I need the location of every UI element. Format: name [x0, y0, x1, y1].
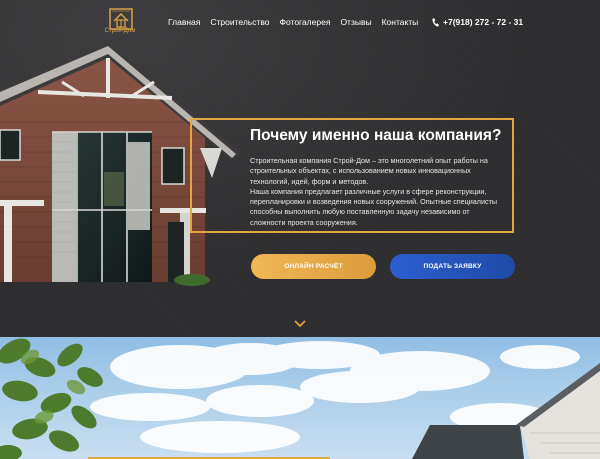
main-nav: Главная Строительство Фотогалерея Отзывы… — [168, 17, 418, 27]
nav-item-home[interactable]: Главная — [168, 17, 200, 27]
logo-label: Строй-Дом — [104, 28, 136, 34]
nav-item-reviews[interactable]: Отзывы — [340, 17, 371, 27]
hero-paragraph: Наша компания предлагает различные услуг… — [250, 186, 498, 227]
chevron-down-icon[interactable] — [294, 320, 306, 328]
site-header: Строй-Дом Главная Строительство Фотогале… — [0, 0, 600, 44]
section-background-image — [0, 338, 600, 459]
hero-section: Строй-Дом Главная Строительство Фотогале… — [0, 0, 600, 337]
phone-icon — [432, 18, 439, 27]
page-title: Почему именно наша компания? — [250, 127, 502, 144]
online-calc-button[interactable]: ОНЛАЙН РАСЧЁТ — [251, 254, 376, 279]
phone-number: +7(918) 272 - 72 - 31 — [443, 17, 524, 27]
hero-description: Строительная компания Строй-Дом – это мн… — [250, 156, 504, 228]
phone-link[interactable]: +7(918) 272 - 72 - 31 — [432, 17, 523, 27]
gallery-section — [0, 337, 600, 459]
nav-item-contacts[interactable]: Контакты — [382, 17, 419, 27]
hero-paragraph: Строительная компания Строй-Дом – это мн… — [250, 156, 488, 186]
nav-item-construction[interactable]: Строительство — [210, 17, 269, 27]
submit-request-button[interactable]: ПОДАТЬ ЗАЯВКУ — [390, 254, 515, 279]
nav-item-gallery[interactable]: Фотогалерея — [280, 17, 331, 27]
